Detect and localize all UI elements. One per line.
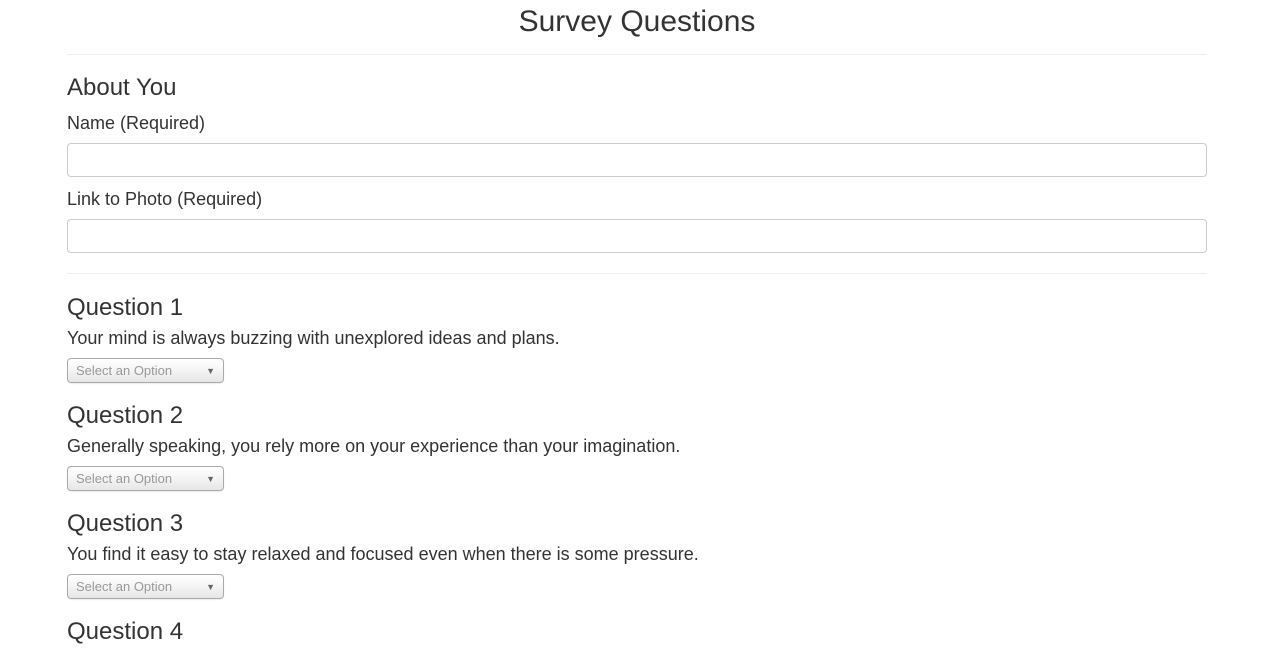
- triangle-down-icon: ▼: [206, 474, 215, 484]
- about-you-heading: About You: [67, 74, 177, 101]
- survey-container: Survey Questions About You Name (Require…: [67, 0, 1207, 645]
- question-2: Question 2 Generally speaking, you rely …: [67, 403, 1207, 491]
- question-title: Question 2: [67, 402, 184, 429]
- select-value: Select an Option: [76, 579, 173, 594]
- question-text: Generally speaking, you rely more on you…: [67, 436, 681, 456]
- name-input[interactable]: [67, 143, 1207, 177]
- question-3-select[interactable]: Select an Option ▼: [67, 574, 224, 599]
- name-label: Name (Required): [67, 113, 206, 133]
- question-text: You find it easy to stay relaxed and foc…: [67, 544, 699, 564]
- question-title: Question 3: [67, 510, 184, 537]
- select-value: Select an Option: [76, 471, 173, 486]
- triangle-down-icon: ▼: [206, 366, 215, 376]
- question-title: Question 1: [67, 294, 184, 321]
- question-2-select[interactable]: Select an Option ▼: [67, 466, 224, 491]
- triangle-down-icon: ▼: [206, 582, 215, 592]
- question-text: Your mind is always buzzing with unexplo…: [67, 328, 560, 348]
- photo-link-input[interactable]: [67, 219, 1207, 253]
- select-value: Select an Option: [76, 363, 173, 378]
- question-4: Question 4: [67, 619, 1207, 645]
- photo-link-label: Link to Photo (Required): [67, 189, 263, 209]
- question-3: Question 3 You find it easy to stay rela…: [67, 511, 1207, 599]
- question-1: Question 1 Your mind is always buzzing w…: [67, 295, 1207, 383]
- question-title: Question 4: [67, 618, 184, 645]
- section-divider: [67, 273, 1207, 274]
- page-title: Survey Questions: [67, 0, 1207, 55]
- question-1-select[interactable]: Select an Option ▼: [67, 358, 224, 383]
